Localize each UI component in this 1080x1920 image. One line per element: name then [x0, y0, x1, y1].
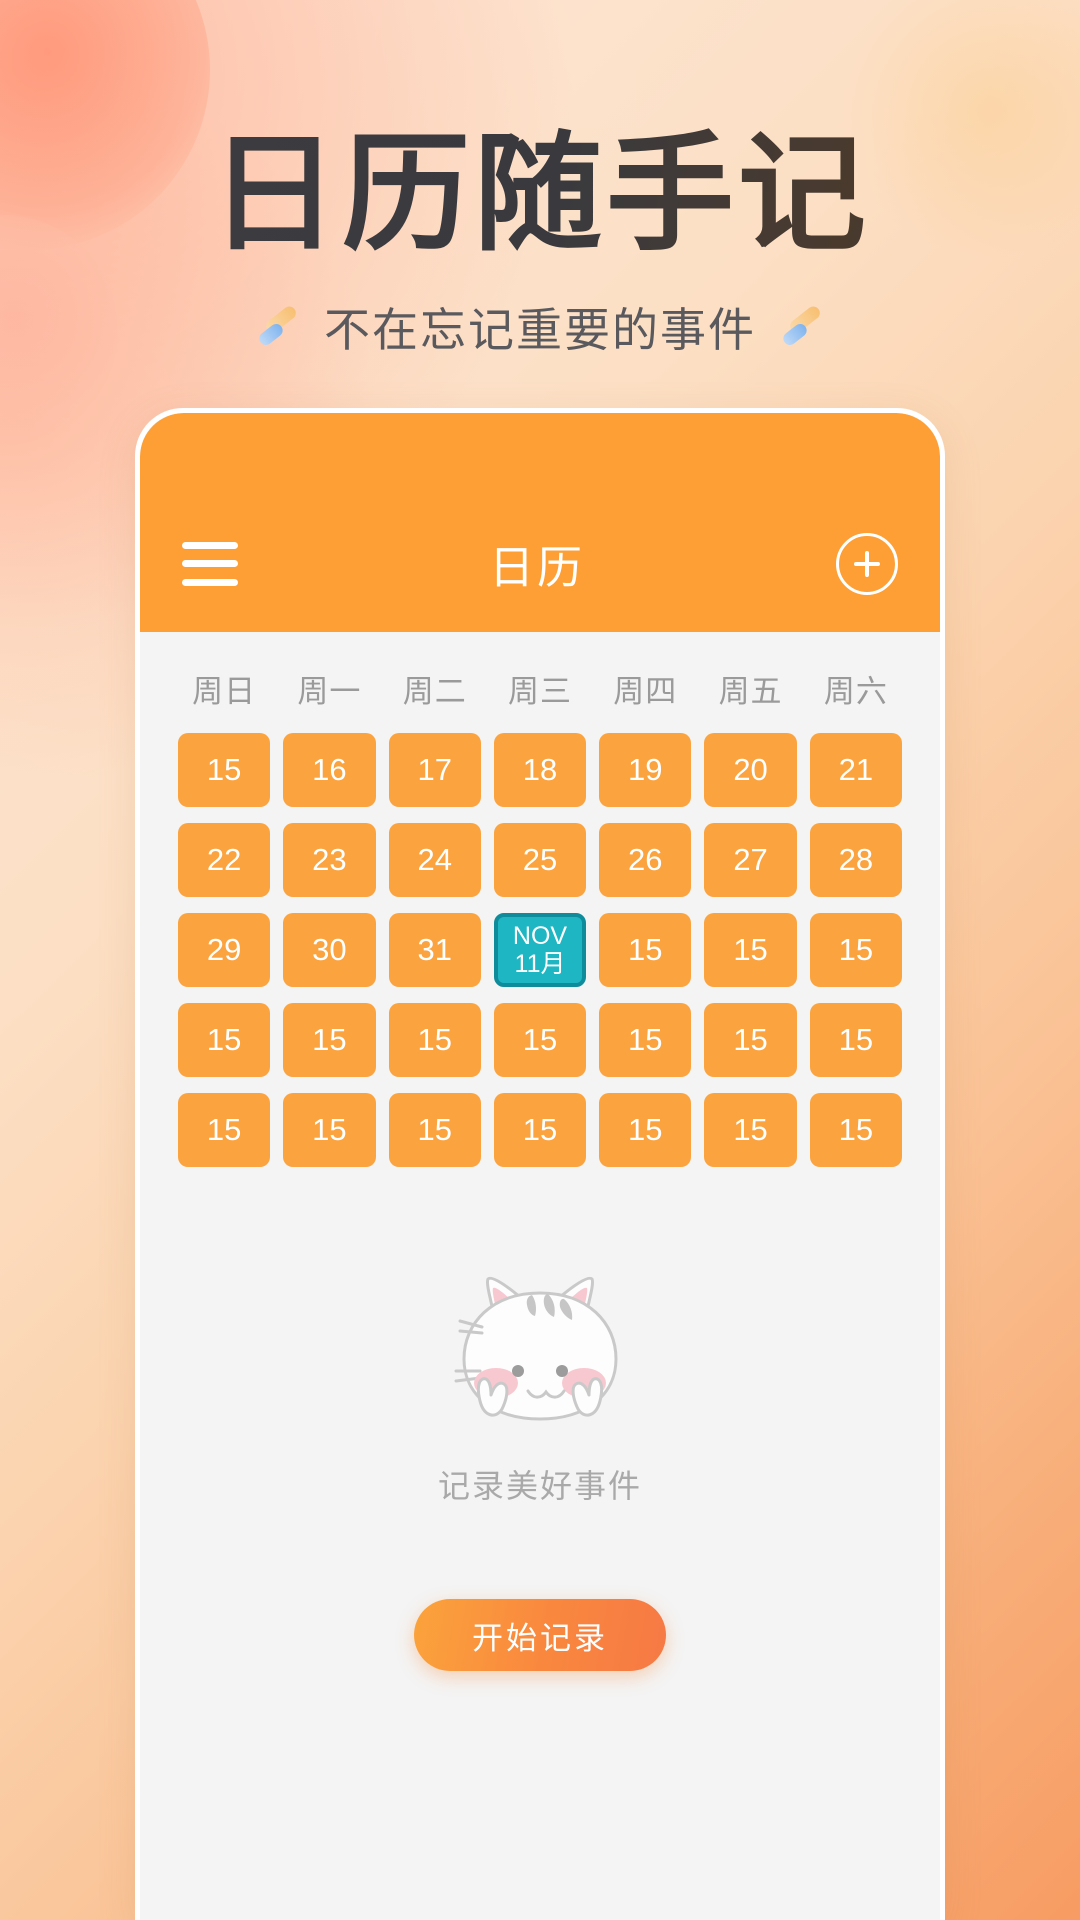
app-header: 日历 — [140, 413, 940, 632]
today-month-cn: 11月 — [514, 949, 566, 978]
empty-state: 记录美好事件 — [140, 1253, 940, 1507]
hamburger-menu-icon[interactable] — [182, 541, 238, 586]
promo-screenshot: 日历随手记 不在忘记重要的事件 日历 周日 周一 周二 周三 周四 周五 周六 … — [0, 0, 1080, 1920]
calendar-day[interactable]: 19 — [599, 733, 692, 807]
calendar-day[interactable]: 25 — [493, 823, 587, 897]
cat-illustration — [420, 1253, 660, 1433]
calendar-day[interactable]: 15 — [493, 1093, 587, 1167]
today-month-abbr: NOV — [512, 922, 568, 951]
empty-state-text: 记录美好事件 — [437, 1468, 642, 1504]
calendar: 周日 周一 周二 周三 周四 周五 周六 15 16 17 18 19 20 21 22 23 2… — [140, 632, 940, 1167]
calendar-day[interactable]: 15 — [704, 1003, 797, 1077]
sparkle-icon-right — [778, 303, 826, 351]
app-title: 日历 — [488, 542, 585, 593]
calendar-day[interactable]: 15 — [178, 1003, 271, 1077]
calendar-day[interactable]: 15 — [283, 1003, 376, 1077]
calendar-day[interactable]: 26 — [599, 823, 692, 897]
calendar-day[interactable]: 21 — [809, 733, 902, 807]
calendar-day[interactable]: 15 — [704, 913, 797, 987]
phone-mockup: 日历 周日 周一 周二 周三 周四 周五 周六 15 16 17 18 19 20 21 22… — [135, 408, 945, 1920]
promo-title: 日历随手记 — [0, 127, 1080, 262]
weekday-mon: 周一 — [297, 674, 362, 709]
calendar-day[interactable]: 15 — [704, 1093, 797, 1167]
start-record-button[interactable]: 开始记录 — [414, 1599, 666, 1671]
calendar-day[interactable]: 15 — [178, 733, 271, 807]
weekday-wed: 周三 — [507, 674, 572, 709]
calendar-day[interactable]: 31 — [388, 913, 481, 987]
calendar-day[interactable]: 16 — [283, 733, 376, 807]
app-toolbar: 日历 — [182, 531, 898, 596]
calendar-day[interactable]: 22 — [178, 823, 271, 897]
plus-circle-icon[interactable] — [835, 532, 898, 595]
weekday-tue: 周二 — [402, 674, 467, 709]
calendar-day[interactable]: 27 — [704, 823, 797, 897]
calendar-day[interactable]: 15 — [493, 1003, 587, 1077]
promo-subtitle: 不在忘记重要的事件 — [324, 304, 756, 356]
cta-row: 开始记录 — [140, 1599, 940, 1671]
calendar-day[interactable]: 28 — [809, 823, 902, 897]
calendar-day[interactable]: 15 — [599, 913, 692, 987]
sparkle-icon-left — [254, 303, 302, 351]
calendar-day[interactable]: 15 — [599, 1003, 692, 1077]
calendar-day[interactable]: 18 — [493, 733, 587, 807]
weekday-sun: 周日 — [192, 674, 257, 709]
calendar-day[interactable]: 15 — [178, 1093, 271, 1167]
calendar-day[interactable]: 15 — [809, 913, 902, 987]
calendar-day[interactable]: 30 — [283, 913, 376, 987]
calendar-day[interactable]: 15 — [599, 1093, 692, 1167]
calendar-day[interactable]: 15 — [388, 1093, 481, 1167]
calendar-day[interactable]: 15 — [809, 1093, 902, 1167]
weekday-sat: 周六 — [823, 674, 888, 709]
calendar-day[interactable]: 17 — [388, 733, 481, 807]
calendar-day[interactable]: 15 — [809, 1003, 902, 1077]
calendar-day[interactable]: 29 — [178, 913, 271, 987]
promo-subtitle-row: 不在忘记重要的事件 — [0, 294, 1080, 360]
weekday-thu: 周四 — [613, 674, 678, 709]
calendar-day[interactable]: 23 — [283, 823, 376, 897]
calendar-day-today[interactable]: NOV 11月 — [493, 913, 587, 987]
calendar-day[interactable]: 15 — [388, 1003, 481, 1077]
calendar-day-grid: 15 16 17 18 19 20 21 22 23 24 25 26 27 28 29 30 31 NOV 11月… — [178, 733, 902, 1167]
weekday-fri: 周五 — [718, 674, 783, 709]
calendar-day[interactable]: 24 — [388, 823, 481, 897]
calendar-day[interactable]: 20 — [704, 733, 797, 807]
calendar-day[interactable]: 15 — [283, 1093, 376, 1167]
calendar-weekday-row: 周日 周一 周二 周三 周四 周五 周六 — [178, 666, 902, 711]
